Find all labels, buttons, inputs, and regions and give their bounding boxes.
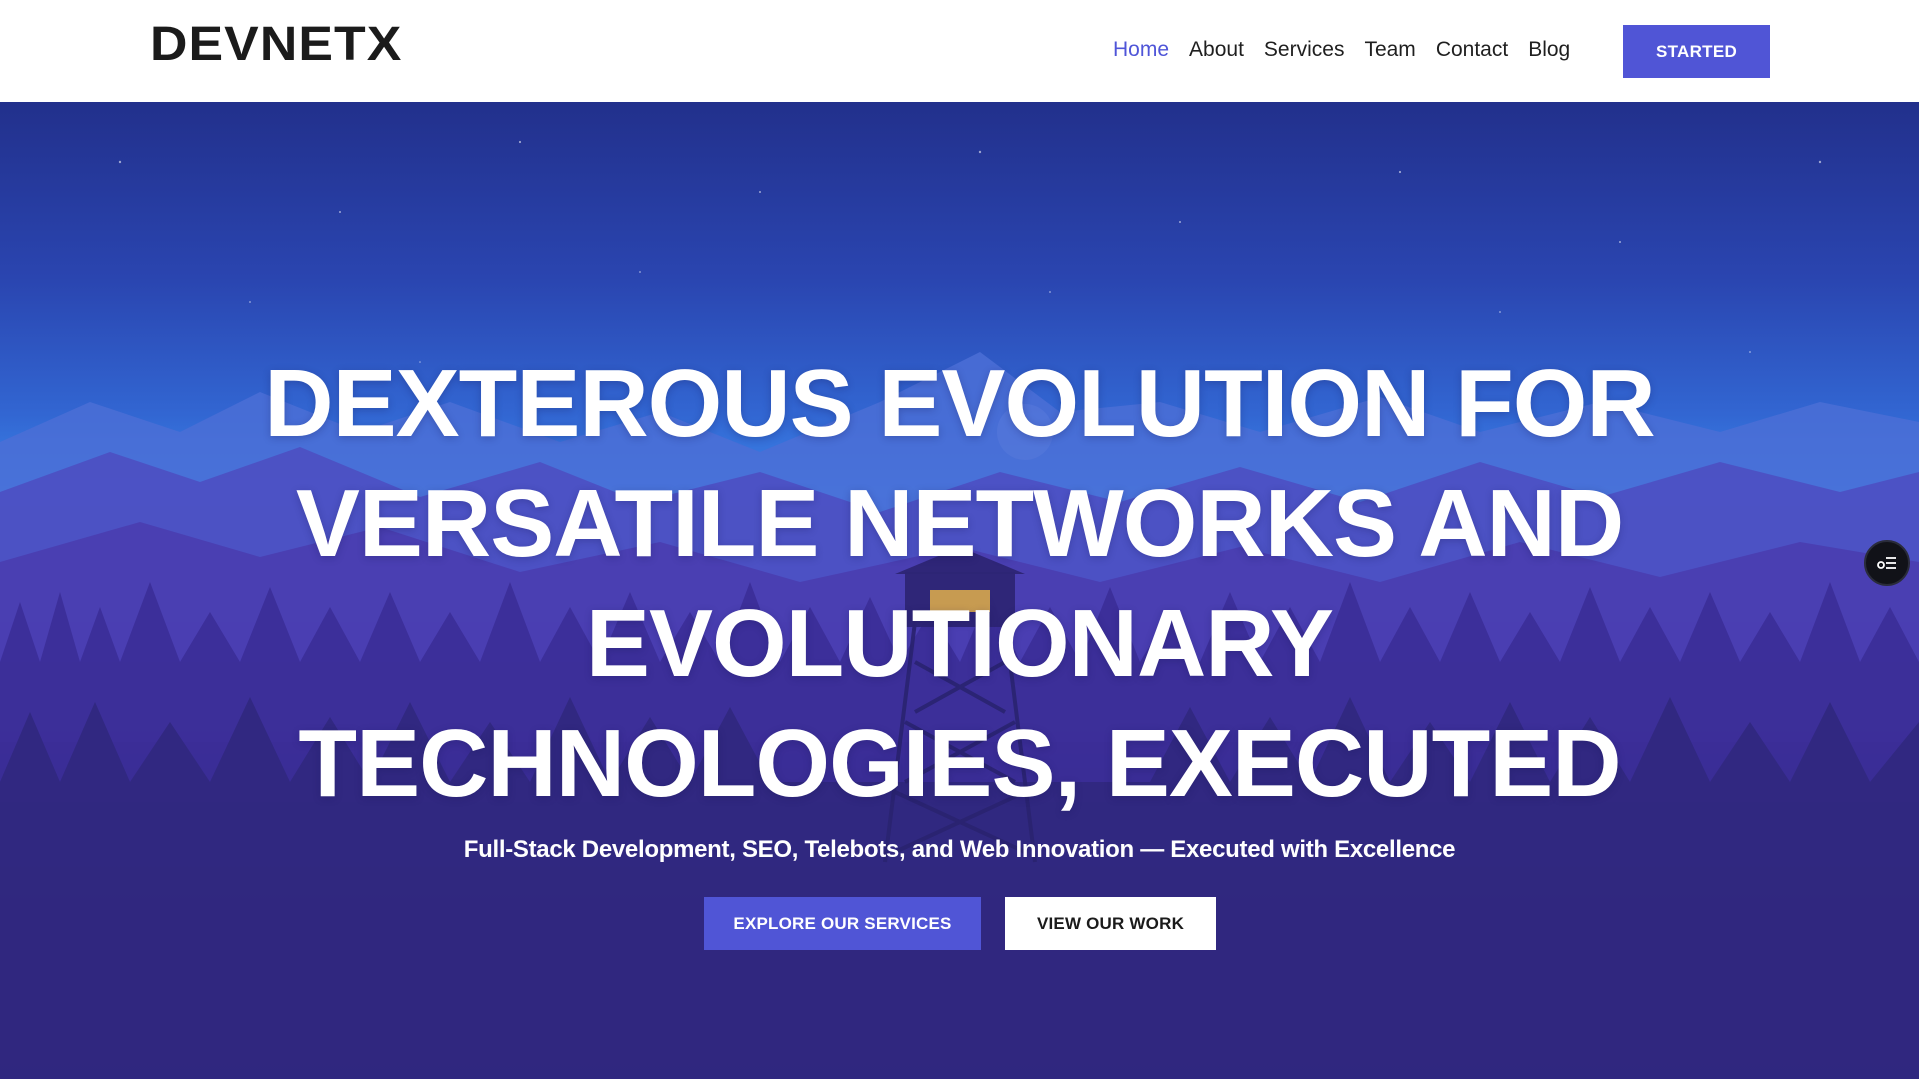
nav-item-home[interactable]: Home bbox=[1113, 36, 1169, 64]
started-button[interactable]: STARTED bbox=[1623, 25, 1770, 78]
headline-line-4: TECHNOLOGIES, EXECUTED bbox=[298, 710, 1621, 817]
nav-item-services[interactable]: Services bbox=[1264, 36, 1345, 64]
settings-list-button[interactable] bbox=[1864, 540, 1910, 586]
site-header: DEVNETX Home About Services Team Contact… bbox=[0, 0, 1919, 102]
headline-line-2: VERSATILE NETWORKS AND bbox=[295, 470, 1624, 577]
explore-services-button[interactable]: EXPLORE OUR SERVICES bbox=[704, 897, 981, 950]
view-work-button[interactable]: VIEW OUR WORK bbox=[1005, 897, 1216, 950]
nav-item-about[interactable]: About bbox=[1189, 36, 1244, 64]
hero-headline: DEXTEROUS EVOLUTION FOR VERSATILE NETWOR… bbox=[0, 344, 1919, 824]
nav-item-contact[interactable]: Contact bbox=[1436, 36, 1508, 64]
main-nav: Home About Services Team Contact Blog bbox=[1113, 36, 1570, 64]
nav-item-team[interactable]: Team bbox=[1364, 36, 1415, 64]
hero-subtitle: Full-Stack Development, SEO, Telebots, a… bbox=[463, 836, 1456, 863]
settings-list-icon bbox=[1877, 557, 1896, 569]
headline-line-1: DEXTEROUS EVOLUTION FOR bbox=[264, 350, 1655, 457]
hero-section: DEXTEROUS EVOLUTION FOR VERSATILE NETWOR… bbox=[0, 102, 1919, 1079]
nav-item-blog[interactable]: Blog bbox=[1528, 36, 1570, 64]
headline-line-3: EVOLUTIONARY bbox=[585, 590, 1334, 697]
brand-logo[interactable]: DEVNETX bbox=[150, 21, 402, 69]
